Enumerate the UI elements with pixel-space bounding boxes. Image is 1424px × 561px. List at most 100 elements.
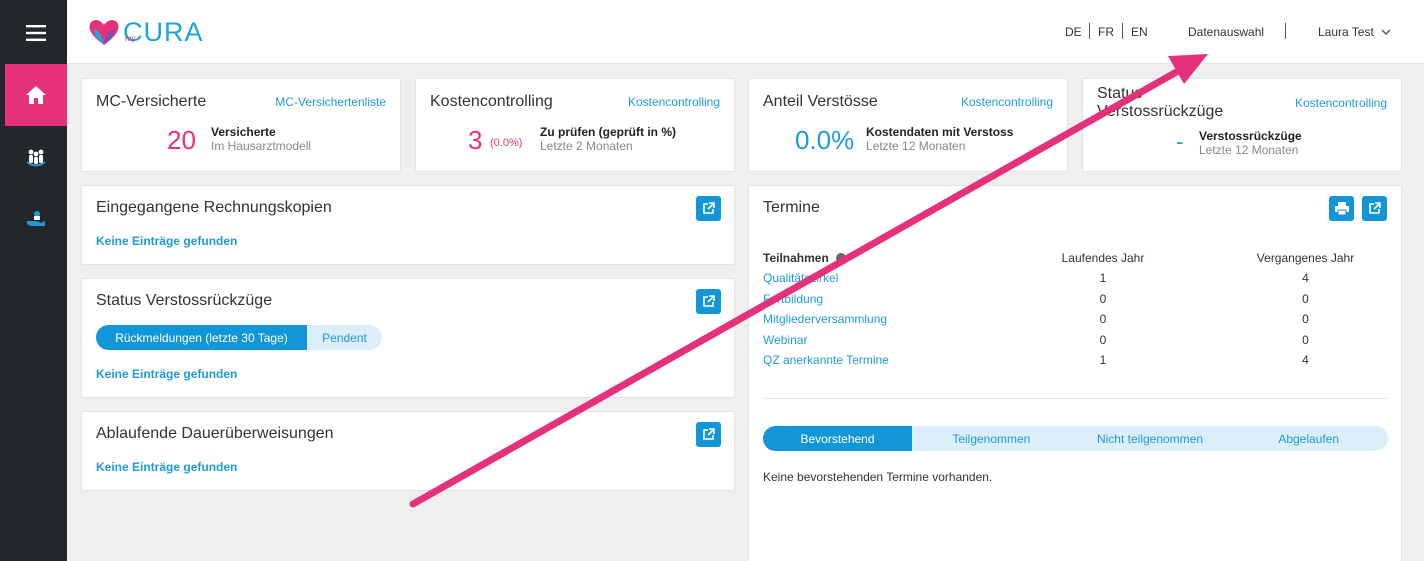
divider: [763, 398, 1388, 399]
chevron-down-icon: [1381, 29, 1391, 35]
external-link-icon: [1369, 202, 1381, 214]
kpi-link[interactable]: Kostencontrolling: [961, 95, 1053, 109]
menu-button[interactable]: [5, 2, 67, 64]
table-row: Fortbildung 0 0: [763, 289, 1388, 310]
kpi-link[interactable]: MC-Versichertenliste: [275, 95, 386, 109]
kpi-title: Kostencontrolling: [430, 93, 553, 110]
row-label-link[interactable]: QZ anerkannte Termine: [763, 350, 983, 371]
heart-logo-icon: [89, 20, 119, 45]
open-external-button[interactable]: [696, 289, 721, 314]
column-header: Vergangenes Jahr: [1256, 251, 1355, 265]
sidebar-item-home[interactable]: [5, 64, 67, 126]
cell: 0: [1099, 332, 1107, 347]
table-row: Mitgliederversammlung 0 0: [763, 309, 1388, 330]
toggle-pendent[interactable]: Pendent: [307, 325, 382, 350]
mycura-logo[interactable]: my CURA: [87, 14, 204, 50]
table-row: Webinar 0 0: [763, 330, 1388, 351]
row-label-link[interactable]: Fortbildung: [763, 289, 983, 310]
kpi-card-kostencontrolling: Kostencontrolling Kostencontrolling 3 (0…: [415, 78, 735, 172]
row-label-link[interactable]: Webinar: [763, 330, 983, 351]
menu-icon: [26, 25, 46, 41]
top-bar: my CURA DE FR EN Datenauswahl Laura Test: [67, 0, 1424, 64]
table-header-row: Teilnahmen Laufendes Jahr Vergangenes Ja…: [763, 248, 1388, 268]
sidebar-item-care[interactable]: [5, 188, 67, 250]
cell: 4: [1302, 271, 1309, 286]
patients-icon: [26, 149, 46, 167]
card-title: Status Verstossrückzüge: [96, 292, 273, 309]
cell: 0: [1302, 312, 1309, 327]
termine-tabs: Bevorstehend Teilgenommen Nicht teilgeno…: [763, 426, 1388, 451]
card-title: Ablaufende Dauerüberweisungen: [96, 425, 334, 442]
kpi-card-verstoesse: Anteil Verstösse Kostencontrolling 0.0% …: [748, 78, 1068, 172]
lang-divider: [1089, 23, 1090, 39]
kpi-link[interactable]: Kostencontrolling: [1295, 96, 1387, 110]
cell: 0: [1302, 332, 1309, 347]
card-status-verstossrueckzuege: Status Verstossrückzüge Rückmeldungen (l…: [81, 278, 735, 398]
user-menu[interactable]: Laura Test: [1318, 25, 1391, 39]
toggle-rueckmeldungen[interactable]: Rückmeldungen (letzte 30 Tage): [96, 325, 307, 350]
cell: 0: [1099, 312, 1107, 327]
sidebar-item-patients[interactable]: [5, 126, 67, 188]
table-row: QZ anerkannte Termine 1 4: [763, 350, 1388, 371]
kpi-value: 0.0%: [795, 125, 855, 155]
kpi-value: 20: [167, 125, 196, 155]
cell: 0: [1302, 291, 1309, 306]
card-dauerueberweisungen: Ablaufende Dauerüberweisungen Keine Eint…: [81, 411, 735, 491]
language-de[interactable]: DE: [1065, 25, 1082, 39]
table-row: Qualitätszirkel 1 4: [763, 268, 1388, 289]
card-rechnungskopien: Eingegangene Rechnungskopien Keine Eintr…: [81, 185, 735, 265]
external-link-icon: [703, 202, 715, 214]
external-link-icon: [703, 295, 715, 307]
logo-my-text: my: [125, 34, 136, 43]
info-icon[interactable]: [836, 253, 847, 263]
home-icon: [26, 86, 46, 104]
language-fr[interactable]: FR: [1098, 25, 1114, 39]
language-en[interactable]: EN: [1131, 25, 1148, 39]
empty-message: Keine bevorstehenden Termine vorhanden.: [763, 470, 993, 484]
kpi-subtitle: Im Hausarztmodell: [211, 139, 312, 153]
tab-teilgenommen[interactable]: Teilgenommen: [912, 426, 1071, 451]
empty-message: Keine Einträge gefunden: [96, 460, 238, 474]
external-link-icon: [703, 428, 715, 440]
print-icon: [1334, 202, 1349, 215]
kpi-subtitle: Letzte 12 Monaten: [1199, 143, 1299, 157]
cell: 1: [1099, 271, 1107, 286]
header-divider: [1285, 23, 1286, 39]
open-external-button[interactable]: [1362, 196, 1387, 221]
empty-message: Keine Einträge gefunden: [96, 367, 238, 381]
empty-message: Keine Einträge gefunden: [96, 234, 238, 248]
kpi-title: Status Verstossrückzüge: [1097, 85, 1224, 120]
kpi-title: MC-Versicherte: [96, 93, 207, 110]
open-external-button[interactable]: [696, 422, 721, 447]
kpi-link[interactable]: Kostencontrolling: [628, 95, 720, 109]
card-title: Eingegangene Rechnungskopien: [96, 199, 332, 216]
card-termine: Termine Teilnahmen Laufendes Jahr Vergan…: [748, 185, 1402, 561]
open-external-button[interactable]: [696, 196, 721, 221]
cell: 0: [1099, 291, 1107, 306]
termine-table: Teilnahmen Laufendes Jahr Vergangenes Ja…: [763, 248, 1388, 371]
care-hand-icon: [27, 211, 45, 226]
kpi-label: Zu prüfen (geprüft in %): [540, 125, 676, 139]
lang-divider: [1122, 23, 1123, 39]
kpi-card-verstossrueckzuege: Status Verstossrückzüge Kostencontrollin…: [1082, 78, 1402, 172]
cell: 1: [1099, 353, 1107, 368]
card-title: Termine: [763, 199, 820, 216]
column-header-label: Teilnahmen: [763, 251, 829, 265]
kpi-value: -: [1176, 129, 1184, 154]
kpi-title: Anteil Verstösse: [763, 93, 878, 110]
column-header: Laufendes Jahr: [1061, 251, 1145, 265]
kpi-value: 3: [468, 125, 483, 155]
row-label-link[interactable]: Qualitätszirkel: [763, 268, 983, 289]
tab-abgelaufen[interactable]: Abgelaufen: [1229, 426, 1388, 451]
tab-bevorstehend[interactable]: Bevorstehend: [763, 426, 912, 451]
row-label-link[interactable]: Mitgliederversammlung: [763, 309, 983, 330]
kpi-label: Versicherte: [211, 125, 276, 139]
data-selection-link[interactable]: Datenauswahl: [1188, 25, 1264, 39]
cell: 4: [1302, 353, 1309, 368]
column-header: Teilnahmen: [763, 248, 983, 268]
sidebar: [0, 0, 67, 561]
print-button[interactable]: [1329, 196, 1354, 221]
kpi-label: Kostendaten mit Verstoss: [866, 125, 1014, 139]
kpi-percent: (0.0%): [490, 137, 523, 149]
tab-nicht-teilgenommen[interactable]: Nicht teilgenommen: [1071, 426, 1230, 451]
